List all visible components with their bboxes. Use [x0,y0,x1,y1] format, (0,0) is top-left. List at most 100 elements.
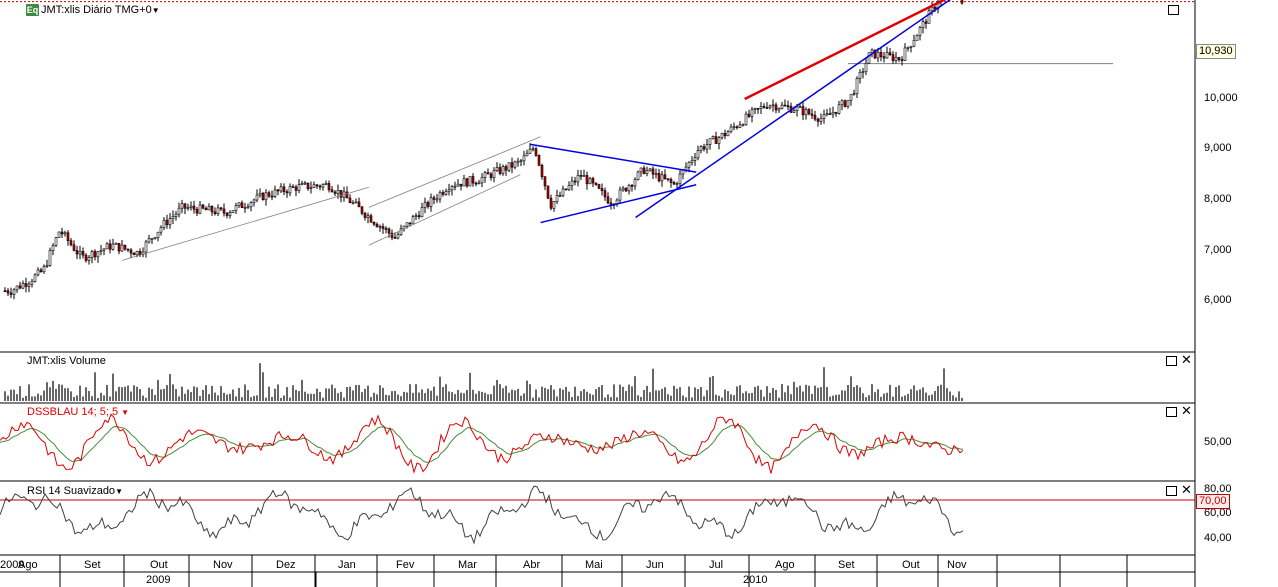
maximize-dss-panel-button[interactable] [1166,407,1177,417]
candle-body [45,265,49,267]
candle-body [309,187,313,189]
candle-body [219,207,223,210]
candle-body [666,178,670,180]
trendline-grey [122,186,369,261]
rsi-line [0,485,964,545]
candle-body [9,292,13,295]
candle-body [429,197,433,207]
month-label: Jul [709,559,724,571]
candle-body [195,208,199,214]
candle-body [147,238,151,243]
month-label: Nov [947,559,967,571]
candle-body [189,205,193,208]
candle-body [93,251,97,258]
candle-body [369,215,373,223]
candle-body [393,237,397,239]
candle-body [165,219,169,226]
candle-body [690,160,694,163]
candle-body [519,160,523,163]
candle-body [204,207,208,211]
candle-body [720,133,724,139]
candle-body [60,231,64,235]
candle-body [768,105,772,108]
candle-body [588,178,592,185]
candle-body [213,211,217,214]
candle-body [351,202,355,204]
chart-title[interactable]: JMT:xlis Diário TMG+0▼ [41,4,160,17]
candle-body [909,45,913,48]
candle-body [801,106,805,116]
maximize-rsi-panel-button[interactable] [1166,486,1177,496]
candle-body [480,177,484,184]
candle-body [108,243,112,250]
candle-body [819,118,823,122]
candle-body [234,205,238,211]
candle-body [456,183,460,187]
candle-body [357,201,361,208]
candle-body [672,182,676,185]
candle-body [627,185,631,192]
maximize-volume-panel-button[interactable] [1166,356,1177,366]
candle-body [546,185,550,199]
candle-body [573,180,577,183]
candle-body [72,244,76,251]
close-rsi-panel-icon[interactable]: ✕ [1181,484,1192,497]
candle-body [216,207,220,214]
candle-body [120,244,124,252]
candle-body [39,269,43,273]
candle-body [282,186,286,193]
candle-body [762,106,766,108]
chart-title-text: JMT:xlis Diário TMG+0 [41,4,152,16]
month-label: Out [150,559,168,571]
candle-body [183,203,187,209]
candle-body [261,192,265,201]
close-dss-panel-icon[interactable]: ✕ [1181,405,1192,418]
candle-body [774,104,778,111]
candle-body [6,290,10,294]
candle-body [237,202,241,206]
price-tick-8000: 8,000 [1204,193,1232,205]
candle-body [3,290,7,292]
candle-body [300,183,304,186]
candle-body [249,202,253,208]
candle-body [570,180,574,186]
candle-body [564,188,568,191]
candle-body [567,185,571,191]
chart-canvas[interactable] [0,0,1278,587]
candle-body [849,94,853,101]
close-volume-panel-icon[interactable]: ✕ [1181,354,1192,367]
month-label: Abr [523,559,541,571]
candle-body [258,192,262,196]
month-label: Dez [276,559,296,571]
candle-body [621,187,625,191]
candle-body [270,195,274,198]
trendline-grey [368,136,541,208]
dss-panel-label[interactable]: DSSBLAU 14; 5; 5 ▼ [27,406,129,419]
rsi-panel-label[interactable]: RSI 14 Suavizado▼ [27,485,123,498]
candle-body [486,172,490,175]
month-label: Mar [458,559,477,571]
candle-body [843,100,847,107]
candle-body [483,172,487,178]
candle-body [297,184,301,191]
candle-body [375,223,379,228]
candle-body [675,183,679,185]
candle-body [285,191,289,194]
candle-body [135,250,139,256]
candle-body [462,178,466,187]
candle-body [48,250,52,266]
candle-body [345,191,349,199]
candle-body [378,226,382,228]
candle-body [339,190,343,198]
candle-body [96,251,100,258]
candle-body [186,207,190,209]
candle-body [255,194,259,201]
candle-body [150,238,154,240]
candle-body [591,178,595,184]
candle-body [678,173,682,184]
maximize-price-panel-button[interactable] [1168,5,1179,15]
candle-body [492,170,496,178]
candle-body [477,182,481,185]
candle-body [174,213,178,217]
candle-body [855,78,859,94]
